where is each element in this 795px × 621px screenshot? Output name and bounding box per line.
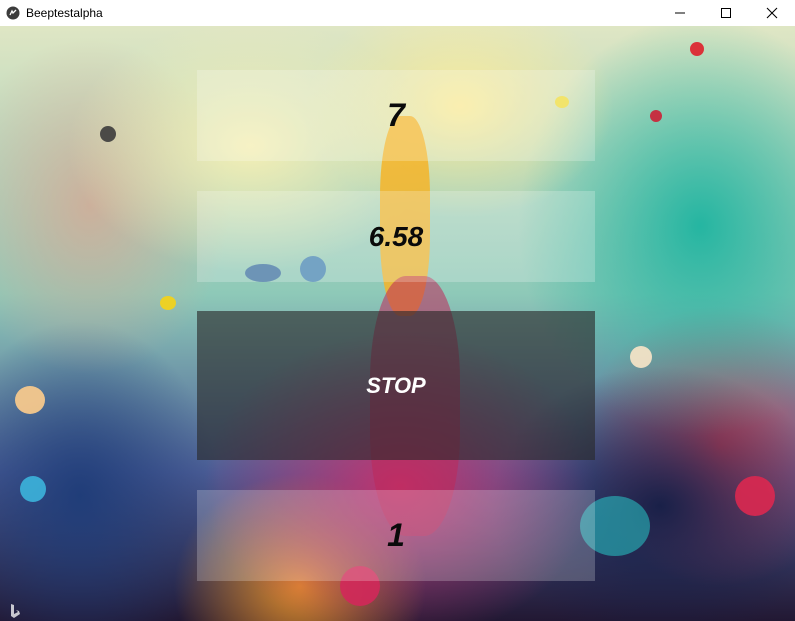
app-window: Beeptestalpha 7 6.58 STOP 1 (0, 0, 795, 621)
close-icon (766, 7, 778, 19)
minimize-icon (675, 12, 685, 14)
shuttle-display: 1 (197, 490, 595, 581)
kivy-logo-icon (6, 6, 20, 20)
maximize-icon (721, 8, 731, 18)
title-bar: Beeptestalpha (0, 0, 795, 26)
window-title: Beeptestalpha (26, 6, 103, 20)
stop-button[interactable]: STOP (197, 311, 595, 460)
maximize-button[interactable] (703, 0, 749, 26)
close-button[interactable] (749, 0, 795, 26)
minimize-button[interactable] (657, 0, 703, 26)
background-image: 7 6.58 STOP 1 (0, 26, 795, 621)
speed-display: 6.58 (197, 191, 595, 282)
bing-logo-icon (6, 602, 24, 620)
level-display: 7 (197, 70, 595, 161)
